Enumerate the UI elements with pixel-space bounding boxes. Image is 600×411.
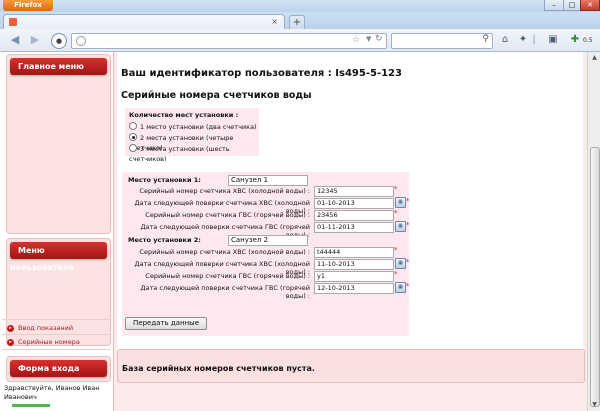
bookmark-star-icon[interactable]: ☆ <box>352 35 360 45</box>
submit-button[interactable]: Передать данные <box>125 317 207 330</box>
required-mark: * <box>406 221 410 229</box>
place-2-name-input[interactable]: Санузел 2 <box>228 235 308 246</box>
browser-tab[interactable]: × <box>3 14 285 30</box>
field-label: Серийный номер счетчика ГВС (горячей вод… <box>145 272 310 280</box>
required-mark: * <box>394 246 398 254</box>
home-icon[interactable]: ⌂ <box>498 33 512 47</box>
close-tab-icon[interactable]: × <box>271 17 278 26</box>
hot-serial-input-1[interactable]: 23456 <box>314 210 394 221</box>
screen-icon[interactable]: ▣ <box>546 33 560 47</box>
required-mark: * <box>406 197 410 205</box>
site-favicon-icon <box>9 18 17 26</box>
radio-option-3[interactable]: 3 места установки (шесть счетчиков) <box>129 144 259 163</box>
required-mark: * <box>394 270 398 278</box>
install-count-group: Количество мест установки : 1 место уста… <box>125 108 259 163</box>
calendar-icon[interactable]: ▦ <box>395 197 406 208</box>
cold-serial-input-2[interactable]: t44444 <box>314 247 394 258</box>
section-title: Серийные номера счетчиков воды <box>121 90 312 101</box>
field-label: Серийный номер счетчика ХВС (холодной во… <box>139 187 310 195</box>
left-sidebar: Главное меню Меню пользователя ▸ Ввод пок… <box>0 52 114 411</box>
sidebar-divider <box>2 349 110 350</box>
close-window-button[interactable]: ✕ <box>580 0 600 11</box>
required-mark: * <box>406 258 410 266</box>
hot-date-input-2[interactable]: 12-10-2013 <box>314 283 394 294</box>
window-title-bar: Firefox – □ ✕ <box>0 0 600 12</box>
status-bar-indicator <box>12 404 50 407</box>
tools-icon[interactable]: ✦ <box>516 33 530 47</box>
install-count-label: Количество мест установки : <box>129 111 239 119</box>
sidebar-link-label: Серийные номера <box>18 338 80 346</box>
place-1-label: Место установки 1: <box>128 176 201 184</box>
search-input[interactable]: ⚲ <box>391 33 493 49</box>
radio-button[interactable] <box>129 144 137 152</box>
globe-icon <box>76 36 86 46</box>
page-viewport: Главное меню Меню пользователя ▸ Ввод пок… <box>0 52 587 411</box>
scroll-up-icon[interactable]: ▲ <box>588 52 600 64</box>
required-mark: * <box>406 282 410 290</box>
main-menu-panel: Главное меню <box>6 54 111 234</box>
sidebar-divider <box>2 319 110 320</box>
main-menu-header: Главное меню <box>10 58 107 75</box>
url-bar[interactable]: ☆ ▼ ↻ <box>71 33 387 49</box>
page-title: Ваш идентификатор пользователя : Is495-5… <box>121 68 402 79</box>
search-icon[interactable]: ⚲ <box>482 34 489 44</box>
hot-serial-input-2[interactable]: y1 <box>314 271 394 282</box>
login-form-header: Форма входа <box>10 360 107 377</box>
main-content: Ваш идентификатор пользователя : Is495-5… <box>117 52 583 382</box>
meters-form: Место установки 1: Санузел 1 Серийный но… <box>122 172 410 336</box>
chat-bubble-icon[interactable]: ● <box>51 33 67 49</box>
field-label: Серийный номер счетчика ГВС (горячей вод… <box>145 211 310 219</box>
scroll-down-icon[interactable]: ▼ <box>588 399 600 411</box>
field-label: Дата следующей поверки счетчика ГВС (гор… <box>140 284 310 300</box>
empty-database-notice: База серийных номеров счетчиков пуста. <box>117 349 585 383</box>
arrow-bullet-icon: ▸ <box>7 324 14 332</box>
cold-serial-input-1[interactable]: 12345 <box>314 186 394 197</box>
sidebar-link-label: Ввод показаний <box>18 324 74 332</box>
sidebar-link-serials[interactable]: ▸ Серийные номера <box>7 336 80 348</box>
required-mark: * <box>394 209 398 217</box>
hot-date-input-1[interactable]: 01-11-2013 <box>314 222 394 233</box>
tab-bar: × + <box>0 12 600 30</box>
extension-icon[interactable]: ✚ <box>568 33 582 47</box>
field-label: Серийный номер счетчика ХВС (холодной во… <box>139 248 310 256</box>
radio-button[interactable] <box>129 122 137 130</box>
radio-button-selected[interactable] <box>129 133 137 141</box>
cold-date-input-2[interactable]: 11-10-2013 <box>314 259 394 270</box>
radio-label: 3 места установки (шесть счетчиков) <box>129 145 230 163</box>
forward-arrow-icon[interactable]: ▶ <box>28 33 42 47</box>
maximize-button[interactable]: □ <box>563 0 581 11</box>
scrollbar-thumb[interactable] <box>590 147 600 407</box>
firefox-menu-button[interactable]: Firefox <box>3 0 53 11</box>
radio-option-2[interactable]: 2 места установки (четыре счетчика) <box>129 133 259 152</box>
calendar-icon[interactable]: ▦ <box>395 221 406 232</box>
toolbar-separator: | <box>532 34 536 45</box>
radio-option-1[interactable]: 1 место установки (два счетчика) <box>129 122 257 132</box>
minimize-button[interactable]: – <box>544 0 564 11</box>
navigation-toolbar: ◀ ▶ ● ☆ ▼ ↻ ⚲ ⌂ ✦ | ▣ ✚ 0.5 <box>0 29 600 52</box>
version-badge: 0.5 <box>583 37 593 44</box>
radio-label: 1 место установки (два счетчика) <box>140 123 257 131</box>
sidebar-divider <box>2 334 110 335</box>
new-tab-button[interactable]: + <box>289 15 305 30</box>
calendar-icon[interactable]: ▦ <box>395 258 406 269</box>
required-mark: * <box>394 185 398 193</box>
user-menu-header: Меню пользователя <box>10 242 107 272</box>
login-form-panel: Форма входа <box>6 356 111 382</box>
cold-date-input-1[interactable]: 01-10-2013 <box>314 198 394 209</box>
empty-database-message: База серийных номеров счетчиков пуста. <box>122 364 315 373</box>
greeting-text: Здравствуйте, Иванов Иван Иванович <box>4 384 100 401</box>
arrow-bullet-icon: ▸ <box>7 338 14 346</box>
reload-icon[interactable]: ↻ <box>375 34 383 44</box>
vertical-scrollbar[interactable]: ▲ ▼ <box>587 52 600 411</box>
sidebar-link-readings[interactable]: ▸ Ввод показаний <box>7 322 73 334</box>
place-2-label: Место установки 2: <box>128 236 201 244</box>
url-history-dropdown-icon[interactable]: ▼ <box>366 35 371 43</box>
calendar-icon[interactable]: ▦ <box>395 282 406 293</box>
place-1-name-input[interactable]: Санузел 1 <box>228 175 308 186</box>
back-arrow-icon[interactable]: ◀ <box>8 33 22 47</box>
